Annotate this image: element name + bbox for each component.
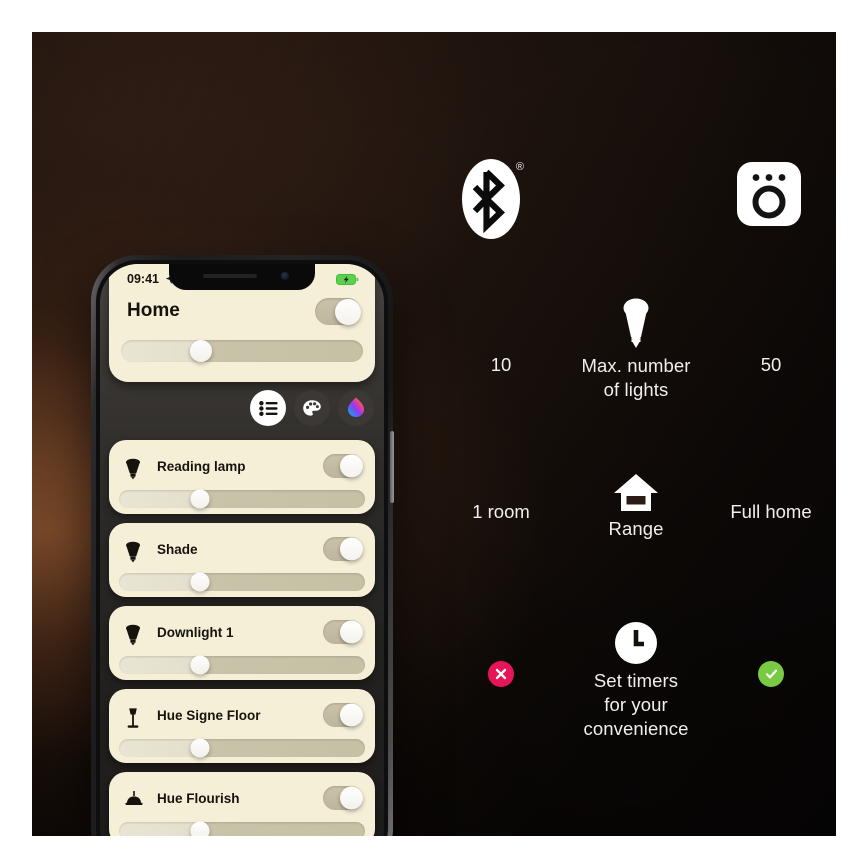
- light-brightness-slider[interactable]: [119, 572, 365, 592]
- clock-timer-icon: [615, 622, 657, 664]
- phone-notch: [169, 264, 315, 290]
- toggle-knob: [340, 537, 363, 561]
- slider-knob: [190, 489, 210, 509]
- home-brightness-slider[interactable]: [121, 340, 363, 362]
- light-bulb-icon: [623, 298, 649, 348]
- floor-lamp-icon: [127, 708, 139, 728]
- phone-frame: 09:41 Home Reading lamp Shade Downlight …: [91, 255, 394, 836]
- scenes-button[interactable]: [294, 390, 330, 426]
- bluetooth-logo: ®: [462, 159, 524, 239]
- toggle-knob: [340, 620, 363, 644]
- light-name: Hue Signe Floor: [157, 708, 261, 723]
- list-item[interactable]: Downlight 1: [109, 606, 375, 680]
- light-brightness-slider[interactable]: [119, 821, 365, 836]
- light-toggle[interactable]: [323, 620, 363, 644]
- close-icon: [495, 668, 507, 680]
- slider-knob: [190, 655, 210, 675]
- light-toggle[interactable]: [323, 537, 363, 561]
- slider-knob: [189, 340, 212, 362]
- row-right-value-range: Full home: [730, 501, 812, 522]
- light-name: Reading lamp: [157, 459, 246, 474]
- negative-badge: [488, 661, 514, 687]
- list-item[interactable]: Reading lamp: [109, 440, 375, 514]
- light-brightness-slider[interactable]: [119, 655, 365, 675]
- toggle-knob: [340, 454, 363, 478]
- battery-charging-icon: [336, 274, 359, 285]
- toggle-knob: [340, 703, 363, 727]
- row-center-max-lights: Max. number of lights: [436, 297, 836, 402]
- power-button[interactable]: [390, 431, 394, 503]
- row-right-value-max-lights: 50: [760, 354, 782, 375]
- list-item[interactable]: Shade: [109, 523, 375, 597]
- row-label-line2: of lights: [603, 379, 669, 400]
- positive-badge: [758, 661, 784, 687]
- comparison-graphic-canvas: ® Max. number of lights 10 50 Range 1 ro…: [32, 32, 836, 836]
- page-title: Home: [127, 300, 180, 321]
- slider-knob: [190, 572, 210, 592]
- light-toggle[interactable]: [323, 454, 363, 478]
- color-picker-icon: [348, 397, 364, 417]
- list-view-button[interactable]: [250, 390, 286, 426]
- status-time: 09:41: [127, 272, 159, 286]
- registered-mark: ®: [515, 161, 524, 173]
- light-name: Shade: [157, 542, 198, 557]
- light-list: Reading lamp Shade Downlight 1 Hue Signe…: [109, 440, 375, 836]
- hue-bridge-icon: [737, 162, 801, 226]
- row-left-value-max-lights: 10: [490, 354, 512, 375]
- ceiling-lamp-icon: [125, 791, 143, 805]
- phone-screen: 09:41 Home Reading lamp Shade Downlight …: [100, 264, 384, 836]
- check-icon: [765, 669, 777, 679]
- color-picker-button[interactable]: [338, 390, 374, 426]
- row-label-timers-line2: for your: [604, 694, 668, 715]
- spot-bulb-icon: [126, 624, 140, 646]
- earpiece-speaker: [203, 274, 257, 278]
- row-left-badge-timers: [426, 661, 576, 687]
- list-item[interactable]: Hue Flourish: [109, 772, 375, 836]
- house-range-icon: [614, 474, 658, 511]
- light-name: Downlight 1: [157, 625, 234, 640]
- palette-icon: [303, 399, 321, 416]
- slider-knob: [190, 738, 210, 758]
- light-brightness-slider[interactable]: [119, 738, 365, 758]
- toggle-knob: [335, 298, 361, 325]
- row-left-value-range: 1 room: [472, 501, 530, 522]
- light-toggle[interactable]: [323, 703, 363, 727]
- light-toggle[interactable]: [323, 786, 363, 810]
- mode-button-group: [250, 390, 374, 426]
- row-label-timers-line3: convenience: [583, 718, 689, 739]
- spot-bulb-icon: [126, 458, 140, 480]
- spot-bulb-icon: [126, 541, 140, 563]
- phone-mockup: 09:41 Home Reading lamp Shade Downlight …: [63, 255, 394, 836]
- slider-knob: [190, 821, 210, 836]
- bluetooth-glyph-icon: [472, 169, 505, 234]
- home-master-toggle[interactable]: [315, 298, 361, 325]
- list-view-icon: [258, 400, 278, 416]
- row-right-badge-timers: [696, 661, 836, 687]
- light-name: Hue Flourish: [157, 791, 240, 806]
- toggle-knob: [340, 786, 363, 810]
- light-brightness-slider[interactable]: [119, 489, 365, 509]
- phone-bezel: 09:41 Home Reading lamp Shade Downlight …: [96, 260, 388, 836]
- front-camera: [281, 272, 289, 280]
- list-item[interactable]: Hue Signe Floor: [109, 689, 375, 763]
